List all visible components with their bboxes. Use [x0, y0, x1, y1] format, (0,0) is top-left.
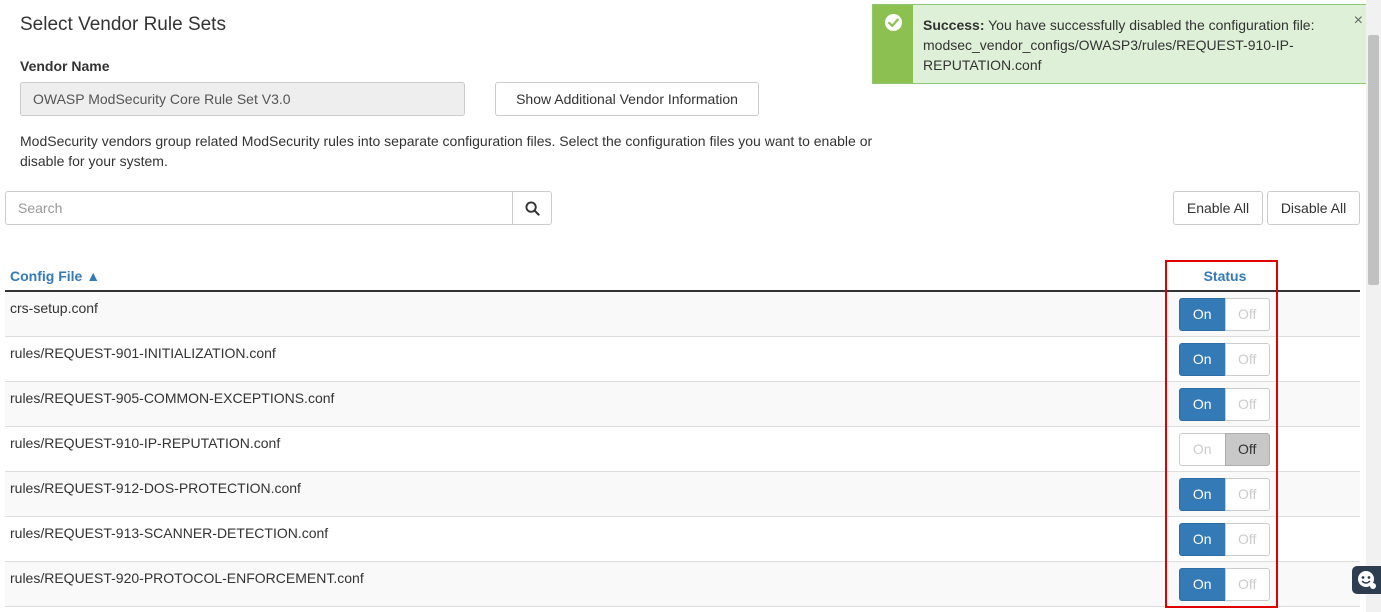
alert-message: Success: You have successfully disabled … — [923, 15, 1343, 75]
toggle-on-button[interactable]: On — [1179, 343, 1225, 376]
toggle-off-button[interactable]: Off — [1224, 433, 1270, 466]
status-toggle: On Off — [1179, 523, 1270, 556]
search-input[interactable]: Search — [5, 191, 513, 225]
success-alert: Success: You have successfully disabled … — [872, 4, 1372, 84]
search-button[interactable] — [512, 191, 552, 225]
config-file-name: rules/REQUEST-905-COMMON-EXCEPTIONS.conf — [10, 390, 335, 406]
toggle-off-button[interactable]: Off — [1224, 343, 1270, 376]
status-toggle: On Off — [1179, 568, 1270, 601]
page-title: Select Vendor Rule Sets — [20, 14, 226, 35]
scrollbar-thumb[interactable] — [1368, 35, 1379, 285]
chat-face-icon — [1358, 571, 1376, 589]
config-file-name: rules/REQUEST-901-INITIALIZATION.conf — [10, 345, 276, 361]
status-toggle: On Off — [1179, 478, 1270, 511]
status-toggle: On Off — [1179, 298, 1270, 331]
search-icon — [525, 201, 540, 216]
toggle-on-button[interactable]: On — [1179, 433, 1225, 466]
status-toggle: On Off — [1179, 388, 1270, 421]
page-scrollbar[interactable] — [1366, 0, 1381, 612]
status-toggle: On Off — [1179, 343, 1270, 376]
search-group: Search — [5, 191, 552, 225]
toggle-off-button[interactable]: Off — [1224, 523, 1270, 556]
vendor-name-field: OWASP ModSecurity Core Rule Set V3.0 — [20, 82, 465, 116]
chat-widget-button[interactable] — [1352, 566, 1381, 594]
description-text: ModSecurity vendors group related ModSec… — [20, 133, 873, 169]
column-header-status[interactable]: Status — [1180, 268, 1270, 284]
toggle-on-button[interactable]: On — [1179, 478, 1225, 511]
toggle-on-button[interactable]: On — [1179, 568, 1225, 601]
alert-icon-strip — [873, 5, 913, 83]
config-file-name: crs-setup.conf — [10, 300, 98, 316]
toggle-on-button[interactable]: On — [1179, 523, 1225, 556]
table-row: rules/REQUEST-913-SCANNER-DETECTION.conf… — [5, 517, 1360, 562]
toggle-on-button[interactable]: On — [1179, 388, 1225, 421]
show-vendor-info-button[interactable]: Show Additional Vendor Information — [495, 82, 759, 116]
config-file-name: rules/REQUEST-913-SCANNER-DETECTION.conf — [10, 525, 329, 541]
disable-all-button[interactable]: Disable All — [1267, 191, 1360, 225]
config-file-name: rules/REQUEST-920-PROTOCOL-ENFORCEMENT.c… — [10, 570, 364, 586]
toggle-off-button[interactable]: Off — [1224, 388, 1270, 421]
table-row: rules/REQUEST-910-IP-REPUTATION.conf On Of… — [5, 427, 1360, 472]
status-toggle: On Off — [1179, 433, 1270, 466]
alert-close-button[interactable]: × — [1354, 13, 1363, 29]
table-row: rules/REQUEST-901-INITIALIZATION.conf On O… — [5, 337, 1360, 382]
enable-all-button[interactable]: Enable All — [1173, 191, 1263, 225]
table-row: rules/REQUEST-912-DOS-PROTECTION.conf On O… — [5, 472, 1360, 517]
toggle-off-button[interactable]: Off — [1224, 298, 1270, 331]
toggle-on-button[interactable]: On — [1179, 298, 1225, 331]
table-row: rules/REQUEST-920-PROTOCOL-ENFORCEMENT.c… — [5, 562, 1360, 607]
column-header-config-file[interactable]: Config File ▲ — [10, 268, 100, 284]
toggle-off-button[interactable]: Off — [1224, 568, 1270, 601]
vendor-name-label: Vendor Name — [20, 58, 110, 74]
check-circle-icon — [884, 13, 903, 32]
table-row: crs-setup.conf On Off — [5, 292, 1360, 337]
alert-title: Success: — [923, 17, 985, 33]
config-file-name: rules/REQUEST-912-DOS-PROTECTION.conf — [10, 480, 301, 496]
config-table-body: crs-setup.conf On Off rules/REQUEST-901-INI… — [5, 292, 1360, 607]
toggle-off-button[interactable]: Off — [1224, 478, 1270, 511]
config-file-name: rules/REQUEST-910-IP-REPUTATION.conf — [10, 435, 281, 451]
table-row: rules/REQUEST-905-COMMON-EXCEPTIONS.conf… — [5, 382, 1360, 427]
